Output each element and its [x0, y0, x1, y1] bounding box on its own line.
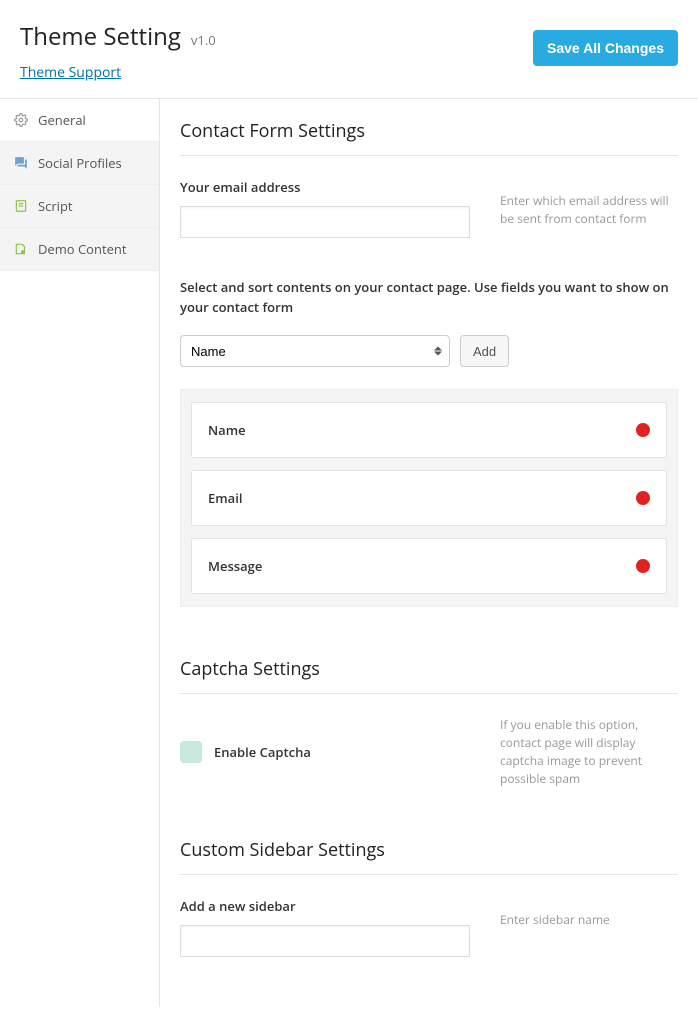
title-text: Theme Setting	[20, 20, 181, 53]
sidebar-item-demo[interactable]: Demo Content	[0, 228, 159, 271]
contact-section-title: Contact Form Settings	[180, 119, 678, 156]
sidebar-item-social[interactable]: Social Profiles	[0, 142, 159, 185]
remove-icon[interactable]	[636, 491, 650, 505]
add-sidebar-help: Enter sidebar name	[500, 897, 610, 957]
main-content: Contact Form Settings Your email address…	[160, 99, 698, 1007]
item-label: Name	[208, 421, 246, 439]
sidebar-item-label: Social Profiles	[38, 154, 122, 172]
contact-item[interactable]: Message	[191, 538, 667, 594]
add-sidebar-label: Add a new sidebar	[180, 897, 470, 915]
enable-captcha-checkbox[interactable]	[180, 741, 202, 763]
sidebar-item-script[interactable]: Script	[0, 185, 159, 228]
email-help-text: Enter which email address will be sent f…	[500, 178, 678, 238]
sidebar-item-label: Demo Content	[38, 240, 127, 258]
field-select[interactable]: Name	[180, 335, 450, 367]
gear-icon	[14, 113, 28, 127]
import-icon	[14, 242, 28, 256]
sidebar-nav: General Social Profiles Script Demo Cont…	[0, 99, 160, 1007]
version-label: v1.0	[191, 31, 216, 49]
speech-icon	[14, 156, 28, 170]
sidebar-section-title: Custom Sidebar Settings	[180, 838, 678, 875]
contact-item[interactable]: Name	[191, 402, 667, 458]
page-header: Theme Setting v1.0 Theme Support Save Al…	[0, 0, 698, 99]
sidebar-item-label: Script	[38, 197, 73, 215]
add-sidebar-input[interactable]	[180, 925, 470, 957]
item-label: Message	[208, 557, 262, 575]
theme-support-link[interactable]: Theme Support	[20, 63, 216, 82]
sidebar-item-label: General	[38, 111, 86, 129]
contact-items-list: Name Email Message	[180, 389, 678, 607]
captcha-section-title: Captcha Settings	[180, 657, 678, 694]
captcha-help-text: If you enable this option, contact page …	[500, 716, 678, 788]
email-label: Your email address	[180, 178, 470, 196]
document-icon	[14, 199, 28, 213]
contact-item[interactable]: Email	[191, 470, 667, 526]
sidebar-item-general[interactable]: General	[0, 99, 159, 142]
remove-icon[interactable]	[636, 559, 650, 573]
save-all-button[interactable]: Save All Changes	[533, 30, 678, 66]
email-input[interactable]	[180, 206, 470, 238]
sort-label: Select and sort contents on your contact…	[180, 278, 678, 317]
item-label: Email	[208, 489, 242, 507]
add-button[interactable]: Add	[460, 335, 509, 367]
page-title: Theme Setting v1.0	[20, 20, 216, 53]
enable-captcha-label: Enable Captcha	[214, 743, 311, 761]
remove-icon[interactable]	[636, 423, 650, 437]
